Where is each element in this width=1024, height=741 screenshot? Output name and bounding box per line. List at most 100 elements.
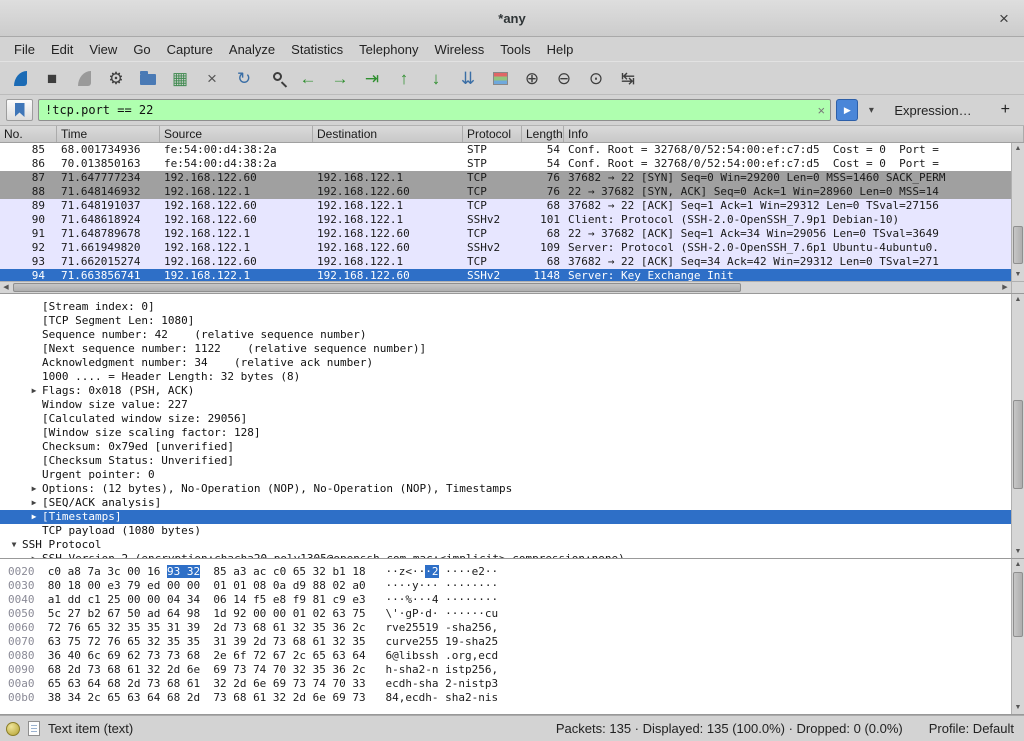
packet-row[interactable]: 9471.663856741192.168.122.1192.168.122.6… bbox=[0, 269, 1011, 281]
scroll-thumb[interactable] bbox=[1013, 226, 1023, 265]
packet-row[interactable]: 9171.648789678192.168.122.1192.168.122.6… bbox=[0, 227, 1011, 241]
expand-icon[interactable]: ▶ bbox=[26, 510, 42, 524]
scroll-thumb[interactable] bbox=[1013, 400, 1023, 490]
detail-line[interactable]: [Window size scaling factor: 128] bbox=[0, 426, 1011, 440]
find-packet-button[interactable] bbox=[260, 64, 292, 92]
scroll-down-icon[interactable]: ▼ bbox=[1012, 546, 1024, 558]
packet-row[interactable]: 9371.662015274192.168.122.60192.168.122.… bbox=[0, 255, 1011, 269]
scroll-up-icon[interactable]: ▲ bbox=[1012, 559, 1024, 571]
zoom-in-button[interactable]: ⊕ bbox=[516, 64, 548, 92]
hex-row[interactable]: 0080 36 40 6c 69 62 73 73 68 2e 6f 72 67… bbox=[8, 649, 1011, 663]
detail-line[interactable]: Checksum: 0x79ed [unverified] bbox=[0, 440, 1011, 454]
detail-line[interactable]: [Calculated window size: 29056] bbox=[0, 412, 1011, 426]
capture-options-button[interactable]: ⚙ bbox=[100, 64, 132, 92]
packet-row[interactable]: 8971.648191037192.168.122.60192.168.122.… bbox=[0, 199, 1011, 213]
filter-dropdown-icon[interactable]: ▾ bbox=[863, 99, 879, 121]
expert-info-icon[interactable] bbox=[6, 722, 20, 736]
details-vscrollbar[interactable]: ▲ ▼ bbox=[1011, 294, 1024, 558]
detail-line[interactable]: ▶[Timestamps] bbox=[0, 510, 1011, 524]
detail-line[interactable]: [Next sequence number: 1122 (relative se… bbox=[0, 342, 1011, 356]
hex-row[interactable]: 0060 72 76 65 32 35 35 31 39 2d 73 68 61… bbox=[8, 621, 1011, 635]
menu-help[interactable]: Help bbox=[539, 39, 582, 60]
hex-row[interactable]: 0040 a1 dd c1 25 00 00 04 34 06 14 f5 e8… bbox=[8, 593, 1011, 607]
menu-statistics[interactable]: Statistics bbox=[283, 39, 351, 60]
detail-line[interactable]: Sequence number: 42 (relative sequence n… bbox=[0, 328, 1011, 342]
hex-row[interactable]: 0050 5c 27 b2 67 50 ad 64 98 1d 92 00 00… bbox=[8, 607, 1011, 621]
menu-capture[interactable]: Capture bbox=[159, 39, 221, 60]
go-forward-button[interactable]: → bbox=[324, 64, 356, 92]
column-header-protocol[interactable]: Protocol bbox=[463, 126, 522, 142]
restart-capture-button[interactable] bbox=[68, 64, 100, 92]
hex-vscrollbar[interactable]: ▲ ▼ bbox=[1011, 559, 1024, 714]
start-capture-button[interactable] bbox=[4, 64, 36, 92]
column-header-destination[interactable]: Destination bbox=[313, 126, 463, 142]
close-icon[interactable]: × bbox=[992, 7, 1016, 31]
go-bottom-button[interactable]: ↓ bbox=[420, 64, 452, 92]
scroll-left-icon[interactable]: ◀ bbox=[0, 282, 12, 293]
detail-line[interactable]: Acknowledgment number: 34 (relative ack … bbox=[0, 356, 1011, 370]
detail-line[interactable]: ▶SSH Version 2 (encryption:chacha20-poly… bbox=[0, 552, 1011, 558]
clear-filter-icon[interactable]: × bbox=[812, 103, 830, 118]
profile-label[interactable]: Profile: Default bbox=[929, 721, 1014, 736]
hex-row[interactable]: 0020 c0 a8 7a 3c 00 16 93 32 85 a3 ac c0… bbox=[8, 565, 1011, 579]
column-header-info[interactable]: Info bbox=[564, 126, 1024, 142]
packet-row[interactable]: 8568.001734936fe:54:00:d4:38:2aSTP54Conf… bbox=[0, 143, 1011, 157]
column-header-length[interactable]: Length bbox=[522, 126, 564, 142]
zoom-reset-button[interactable]: ⊙ bbox=[580, 64, 612, 92]
expand-icon[interactable]: ▶ bbox=[26, 552, 42, 558]
scroll-up-icon[interactable]: ▲ bbox=[1012, 294, 1024, 306]
detail-line[interactable]: Urgent pointer: 0 bbox=[0, 468, 1011, 482]
collapse-icon[interactable]: ▼ bbox=[6, 538, 22, 552]
go-back-button[interactable]: ← bbox=[292, 64, 324, 92]
stop-capture-button[interactable]: ■ bbox=[36, 64, 68, 92]
auto-scroll-button[interactable]: ⇊ bbox=[452, 64, 484, 92]
detail-line[interactable]: Window size value: 227 bbox=[0, 398, 1011, 412]
packet-list-hscrollbar[interactable]: ◀ ▶ bbox=[0, 281, 1011, 293]
apply-filter-button[interactable]: ▶ bbox=[836, 99, 858, 121]
packet-row[interactable]: 9071.648618924192.168.122.60192.168.122.… bbox=[0, 213, 1011, 227]
menu-telephony[interactable]: Telephony bbox=[351, 39, 426, 60]
menu-analyze[interactable]: Analyze bbox=[221, 39, 283, 60]
packet-row[interactable]: 8871.648146932192.168.122.1192.168.122.6… bbox=[0, 185, 1011, 199]
expand-icon[interactable]: ▶ bbox=[26, 496, 42, 510]
colorize-button[interactable] bbox=[484, 64, 516, 92]
filter-bookmark-button[interactable] bbox=[6, 99, 33, 121]
detail-line[interactable]: ▶[SEQ/ACK analysis] bbox=[0, 496, 1011, 510]
scroll-right-icon[interactable]: ▶ bbox=[999, 282, 1011, 293]
packet-list-vscrollbar[interactable]: ▲ ▼ bbox=[1011, 143, 1024, 281]
scroll-up-icon[interactable]: ▲ bbox=[1012, 143, 1024, 155]
expression-button[interactable]: Expression… bbox=[884, 103, 981, 118]
display-filter-input[interactable] bbox=[39, 103, 812, 117]
expand-icon[interactable]: ▶ bbox=[26, 384, 42, 398]
detail-line[interactable]: [Checksum Status: Unverified] bbox=[0, 454, 1011, 468]
open-file-button[interactable] bbox=[132, 64, 164, 92]
column-header-source[interactable]: Source bbox=[160, 126, 313, 142]
scroll-down-icon[interactable]: ▼ bbox=[1012, 269, 1024, 281]
detail-line[interactable]: ▼SSH Protocol bbox=[0, 538, 1011, 552]
menu-wireless[interactable]: Wireless bbox=[426, 39, 492, 60]
column-header-no[interactable]: No. bbox=[0, 126, 57, 142]
packet-row[interactable]: 9271.661949820192.168.122.1192.168.122.6… bbox=[0, 241, 1011, 255]
close-file-button[interactable]: × bbox=[196, 64, 228, 92]
scroll-down-icon[interactable]: ▼ bbox=[1012, 702, 1024, 714]
hex-row[interactable]: 0070 63 75 72 76 65 32 35 35 31 39 2d 73… bbox=[8, 635, 1011, 649]
goto-packet-button[interactable]: ⇥ bbox=[356, 64, 388, 92]
hex-row[interactable]: 0090 68 2d 73 68 61 32 2d 6e 69 73 74 70… bbox=[8, 663, 1011, 677]
detail-line[interactable]: [TCP Segment Len: 1080] bbox=[0, 314, 1011, 328]
detail-line[interactable]: ▶Flags: 0x018 (PSH, ACK) bbox=[0, 384, 1011, 398]
hex-row[interactable]: 0030 80 18 00 e3 79 ed 00 00 01 01 08 0a… bbox=[8, 579, 1011, 593]
column-header-time[interactable]: Time bbox=[57, 126, 160, 142]
expand-icon[interactable]: ▶ bbox=[26, 482, 42, 496]
capture-comment-icon[interactable] bbox=[28, 721, 40, 736]
menu-view[interactable]: View bbox=[81, 39, 125, 60]
add-filter-button[interactable]: + bbox=[995, 101, 1016, 119]
detail-line[interactable]: TCP payload (1080 bytes) bbox=[0, 524, 1011, 538]
zoom-out-button[interactable]: ⊖ bbox=[548, 64, 580, 92]
scroll-thumb[interactable] bbox=[13, 283, 741, 292]
hex-row[interactable]: 00b0 38 34 2c 65 63 64 68 2d 73 68 61 32… bbox=[8, 691, 1011, 705]
menu-edit[interactable]: Edit bbox=[43, 39, 81, 60]
menu-file[interactable]: File bbox=[6, 39, 43, 60]
menu-go[interactable]: Go bbox=[125, 39, 158, 60]
packet-row[interactable]: 8670.013850163fe:54:00:d4:38:2aSTP54Conf… bbox=[0, 157, 1011, 171]
scroll-thumb[interactable] bbox=[1013, 572, 1023, 637]
